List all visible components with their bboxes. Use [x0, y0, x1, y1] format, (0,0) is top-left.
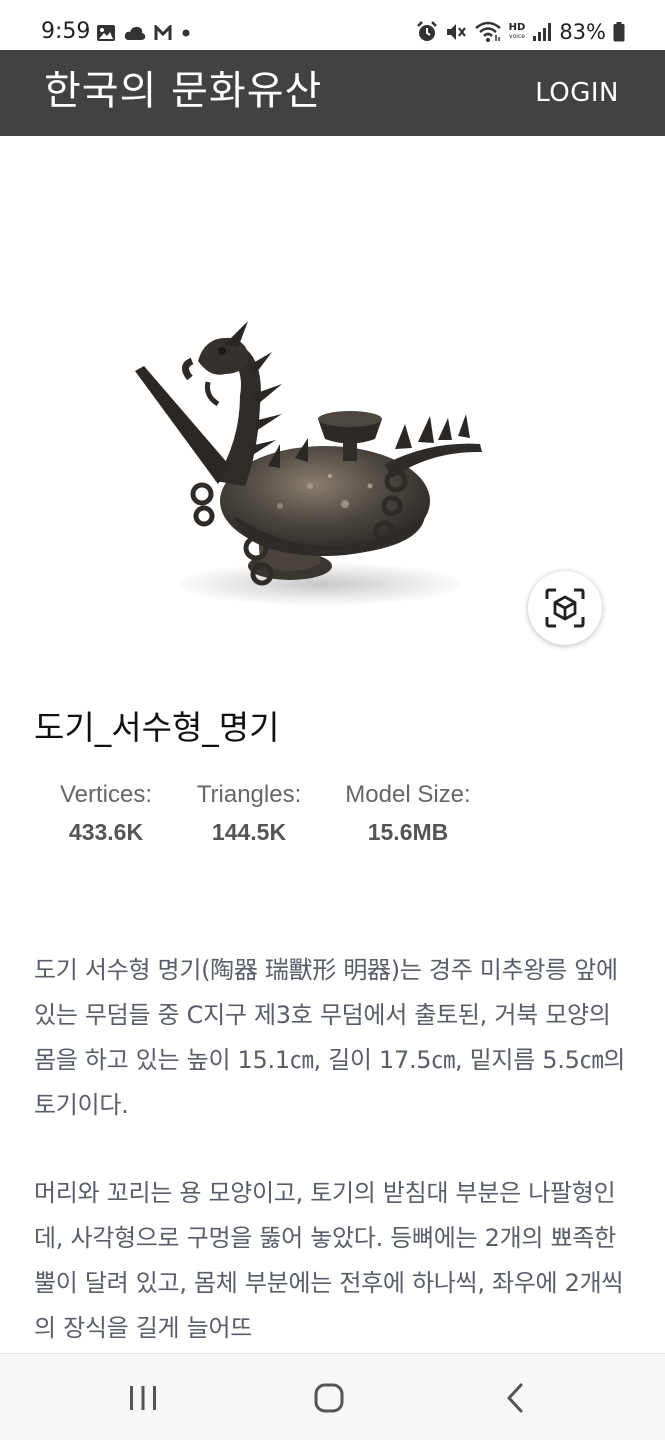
- recent-apps-button[interactable]: [123, 1380, 163, 1416]
- stat-value: 15.6MB: [367, 819, 449, 845]
- ar-view-button[interactable]: [528, 571, 602, 645]
- model-3d-render[interactable]: [130, 316, 490, 626]
- status-left-icons: [96, 22, 192, 44]
- system-nav-bar: [0, 1353, 665, 1440]
- ar-cube-icon: [545, 588, 585, 628]
- gmail-icon: [154, 25, 172, 40]
- back-icon: [507, 1383, 523, 1413]
- wifi-icon: [474, 21, 501, 42]
- model-description: 도기 서수형 명기(陶器 瑞獸形 明器)는 경주 미추왕릉 앞에 있는 무덤들 …: [34, 948, 630, 1351]
- home-icon: [314, 1383, 344, 1413]
- recent-apps-icon: [130, 1386, 156, 1410]
- stat-label: Triangles:: [196, 781, 302, 808]
- battery-percent: 83%: [559, 20, 606, 44]
- home-button[interactable]: [309, 1380, 349, 1416]
- stat-vertices: Vertices: 433.6K: [56, 780, 156, 847]
- alarm-icon: [416, 21, 437, 41]
- stat-value: 144.5K: [211, 819, 287, 845]
- app-title: 한국의 문화유산: [44, 68, 323, 114]
- voice-label: voice: [509, 33, 525, 40]
- app-bar: 한국의 문화유산 LOGIN: [0, 50, 665, 136]
- model-title: 도기_서수형_명기: [34, 708, 280, 747]
- stat-value: 433.6K: [68, 819, 144, 845]
- battery-icon: [613, 22, 625, 42]
- status-right-icons: HD voice 83%: [416, 18, 625, 46]
- login-button[interactable]: LOGIN: [535, 76, 619, 110]
- status-time: 9:59: [41, 19, 91, 44]
- model-viewer[interactable]: [0, 136, 665, 666]
- hd-voice-icon: HD voice: [509, 23, 526, 41]
- mute-icon: [446, 24, 466, 40]
- description-paragraph: 도기 서수형 명기(陶器 瑞獸形 明器)는 경주 미추왕릉 앞에 있는 무덤들 …: [34, 956, 626, 1119]
- model-stats: Vertices: 433.6K Triangles: 144.5K Model…: [34, 780, 504, 850]
- dot-icon: [182, 29, 190, 37]
- stat-model-size: Model Size: 15.6MB: [342, 780, 474, 847]
- stat-label: Model Size:: [345, 781, 471, 808]
- back-button[interactable]: [495, 1380, 535, 1416]
- status-bar: 9:59 HD voice 83%: [0, 0, 665, 50]
- stat-triangles: Triangles: 144.5K: [194, 780, 304, 847]
- description-paragraph: 머리와 꼬리는 용 모양이고, 토기의 받침대 부분은 나팔형인데, 사각형으로…: [34, 1179, 624, 1342]
- cloud-icon: [124, 26, 146, 40]
- stat-label: Vertices:: [59, 781, 153, 808]
- signal-icon: [533, 23, 552, 41]
- image-icon: [97, 25, 115, 41]
